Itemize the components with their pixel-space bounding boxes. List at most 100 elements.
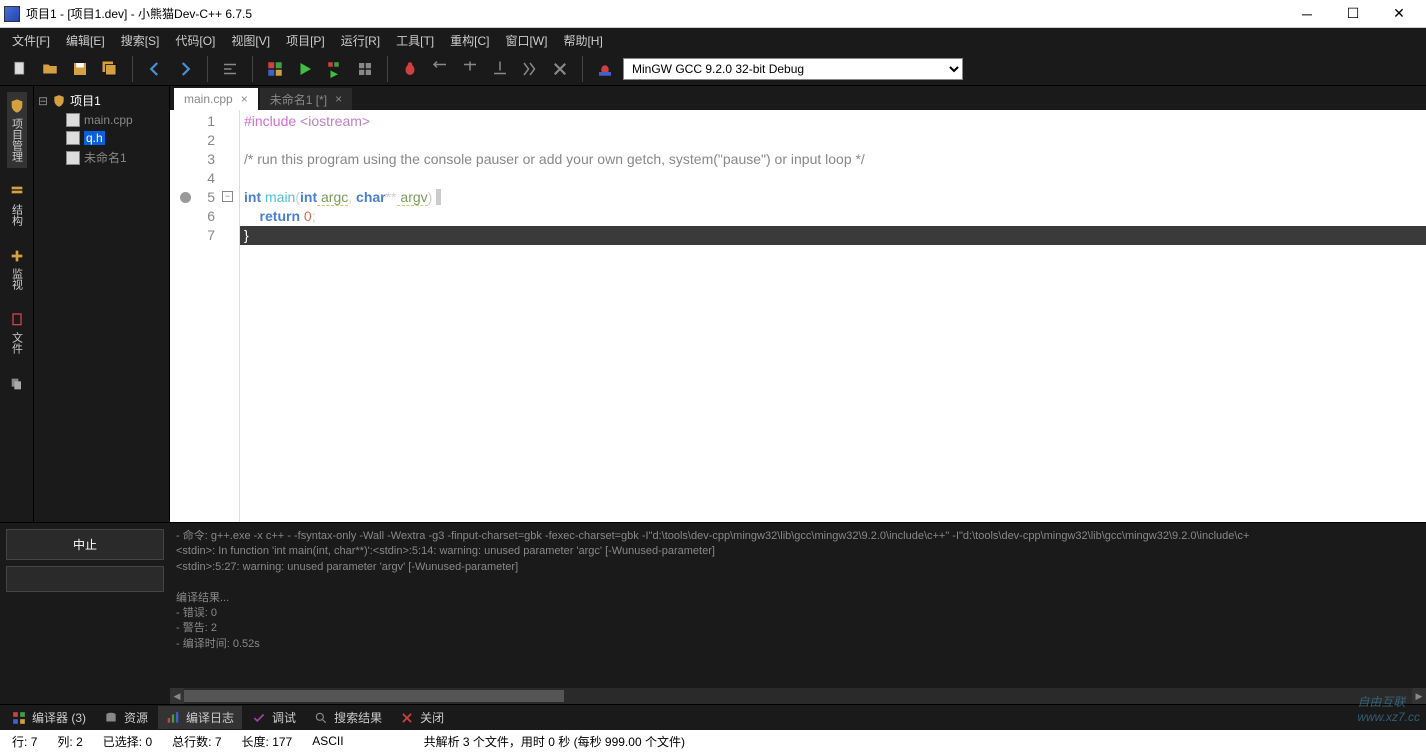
scroll-right-icon[interactable]: ▶ — [1412, 688, 1426, 704]
status-selected: 已选择: 0 — [99, 733, 156, 750]
window-title: 项目1 - [项目1.dev] - 小熊猫Dev-C++ 6.7.5 — [26, 5, 1284, 22]
menu-file[interactable]: 文件[F] — [4, 29, 58, 52]
file-icon — [66, 151, 80, 165]
btab-compiler[interactable]: 编译器 (3) — [4, 706, 94, 729]
new-file-icon[interactable] — [6, 55, 34, 83]
save-all-icon[interactable] — [96, 55, 124, 83]
grid-icon — [12, 711, 26, 725]
app-icon — [4, 6, 20, 22]
compile-run-icon[interactable] — [321, 55, 349, 83]
horizontal-scrollbar[interactable]: ◀ ▶ — [170, 688, 1426, 704]
project-tree: ⊟ 项目1 main.cpp q.h 未命名1 — [34, 86, 169, 172]
titlebar: 项目1 - [项目1.dev] - 小熊猫Dev-C++ 6.7.5 ─ ☐ ✕ — [0, 0, 1426, 28]
status-parse: 共解析 3 个文件，用时 0 秒 (每秒 999.00 个文件) — [420, 733, 689, 750]
stop-debug-icon[interactable] — [546, 55, 574, 83]
bottom-left-buttons: 中止 — [0, 523, 170, 704]
search-icon — [314, 711, 328, 725]
tab-close-icon[interactable]: × — [335, 92, 342, 106]
compiler-select[interactable]: MinGW GCC 9.2.0 32-bit Debug — [623, 58, 963, 80]
editor-area: main.cpp× 未命名1 [*]× 1 2 3 4 5− 6 7 #incl… — [170, 86, 1426, 522]
menu-code[interactable]: 代码[O] — [167, 29, 223, 52]
step-out-icon[interactable] — [486, 55, 514, 83]
statusbar: 行: 7 列: 2 已选择: 0 总行数: 7 长度: 177 ASCII 共解… — [0, 730, 1426, 752]
status-col: 列: 2 — [53, 733, 86, 750]
tab-close-icon[interactable]: × — [241, 92, 248, 106]
reformat-icon[interactable] — [216, 55, 244, 83]
close-icon — [400, 711, 414, 725]
menu-search[interactable]: 搜索[S] — [113, 29, 168, 52]
menu-view[interactable]: 视图[V] — [223, 29, 278, 52]
file-icon — [66, 131, 80, 145]
step-into-icon[interactable] — [456, 55, 484, 83]
back-icon[interactable] — [141, 55, 169, 83]
scrollbar-thumb[interactable] — [184, 690, 564, 702]
db-icon — [104, 711, 118, 725]
tab-untitled[interactable]: 未命名1 [*]× — [260, 88, 352, 110]
status-length: 长度: 177 — [238, 733, 297, 750]
sidebar-tab-files[interactable]: 文件 — [7, 306, 27, 360]
menu-window[interactable]: 窗口[W] — [497, 29, 555, 52]
tree-file-main[interactable]: main.cpp — [38, 111, 165, 129]
run-icon[interactable] — [291, 55, 319, 83]
tree-project-name: 项目1 — [70, 92, 101, 109]
forward-icon[interactable] — [171, 55, 199, 83]
tree-file-untitled[interactable]: 未命名1 — [38, 147, 165, 168]
toolbar: MinGW GCC 9.2.0 32-bit Debug — [0, 52, 1426, 86]
bottom-tab-bar: 编译器 (3) 资源 编译日志 调试 搜索结果 关闭 — [0, 704, 1426, 730]
save-icon[interactable] — [66, 55, 94, 83]
menubar: 文件[F] 编辑[E] 搜索[S] 代码[O] 视图[V] 项目[P] 运行[R… — [0, 28, 1426, 52]
shield-icon — [9, 98, 25, 114]
left-sidebar: 项目管理 结构 监视 文件 — [0, 86, 34, 522]
continue-icon[interactable] — [516, 55, 544, 83]
check-icon — [252, 711, 266, 725]
stop-button[interactable]: 中止 — [6, 529, 164, 560]
menu-tools[interactable]: 工具[T] — [388, 29, 442, 52]
close-button[interactable]: ✕ — [1376, 0, 1422, 28]
step-over-icon[interactable] — [426, 55, 454, 83]
btab-log[interactable]: 编译日志 — [158, 706, 242, 729]
maximize-button[interactable]: ☐ — [1330, 0, 1376, 28]
bottom-panel: 中止 - 命令: g++.exe -x c++ - -fsyntax-only … — [0, 522, 1426, 704]
menu-refactor[interactable]: 重构[C] — [442, 29, 497, 52]
debug-icon[interactable] — [396, 55, 424, 83]
scroll-left-icon[interactable]: ◀ — [170, 688, 184, 704]
compile-icon[interactable] — [261, 55, 289, 83]
sidebar-tab-structure[interactable]: 结构 — [7, 178, 27, 232]
tab-main-cpp[interactable]: main.cpp× — [174, 88, 258, 110]
sidebar-tab-watch[interactable]: 监视 — [7, 242, 27, 296]
debug-watch-icon[interactable] — [591, 55, 619, 83]
chart-icon — [166, 711, 180, 725]
btab-debug[interactable]: 调试 — [244, 706, 304, 729]
btab-close[interactable]: 关闭 — [392, 706, 452, 729]
code-lines[interactable]: #include <iostream> /* run this program … — [240, 110, 1426, 522]
open-file-icon[interactable] — [36, 55, 64, 83]
status-encoding: ASCII — [308, 734, 347, 748]
file-icon — [66, 113, 80, 127]
copy-icon — [9, 376, 25, 392]
menu-edit[interactable]: 编辑[E] — [58, 29, 113, 52]
menu-help[interactable]: 帮助[H] — [555, 29, 610, 52]
tree-project-root[interactable]: ⊟ 项目1 — [38, 90, 165, 111]
menu-project[interactable]: 项目[P] — [278, 29, 333, 52]
plus-icon — [9, 248, 25, 264]
status-total-lines: 总行数: 7 — [168, 733, 225, 750]
sidebar-tab-copy[interactable] — [7, 370, 27, 398]
btab-search[interactable]: 搜索结果 — [306, 706, 390, 729]
breakpoint-icon[interactable] — [180, 192, 191, 203]
tree-file-qh[interactable]: q.h — [38, 129, 165, 147]
rebuild-icon[interactable] — [351, 55, 379, 83]
structure-icon — [9, 184, 25, 200]
files-icon — [9, 312, 25, 328]
sidebar-tab-project[interactable]: 项目管理 — [7, 92, 27, 168]
main-area: 项目管理 结构 监视 文件 ⊟ 项目1 main.cpp q.h 未命名1 ma… — [0, 86, 1426, 522]
fold-icon[interactable]: − — [222, 191, 233, 202]
minimize-button[interactable]: ─ — [1284, 0, 1330, 28]
code-editor[interactable]: 1 2 3 4 5− 6 7 #include <iostream> /* ru… — [170, 110, 1426, 522]
btab-resources[interactable]: 资源 — [96, 706, 156, 729]
compiler-output[interactable]: - 命令: g++.exe -x c++ - -fsyntax-only -Wa… — [170, 523, 1426, 704]
menu-run[interactable]: 运行[R] — [333, 29, 388, 52]
blank-button[interactable] — [6, 566, 164, 592]
status-line: 行: 7 — [8, 733, 41, 750]
window-controls: ─ ☐ ✕ — [1284, 0, 1422, 28]
gutter[interactable]: 1 2 3 4 5− 6 7 — [170, 110, 240, 522]
